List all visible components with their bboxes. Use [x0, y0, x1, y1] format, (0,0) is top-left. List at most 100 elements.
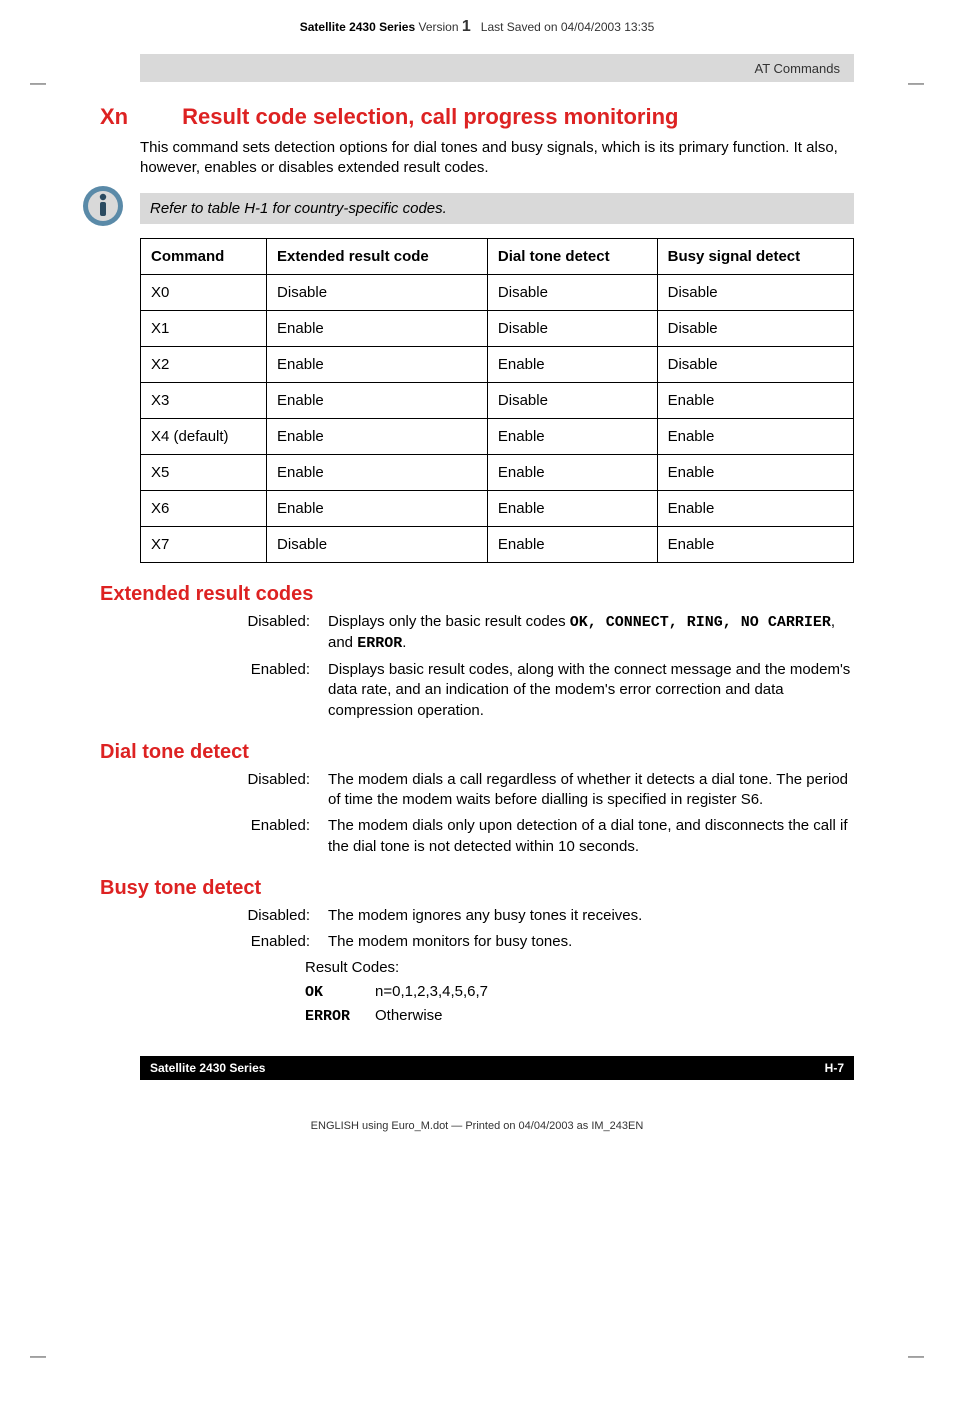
xn-th-2: Dial tone detect: [487, 238, 657, 274]
ext-disabled-pre: Displays only the basic result codes: [328, 613, 570, 630]
table-cell: Enable: [657, 418, 853, 454]
ext-disabled-last: ERROR: [357, 635, 402, 652]
busy-enabled-row: Enabled: The modem monitors for busy ton…: [140, 932, 854, 952]
table-cell: Enable: [657, 454, 853, 490]
crop-mark-br: —: [908, 1348, 924, 1366]
ext-disabled-end: .: [402, 634, 406, 651]
ext-disabled-label: Disabled:: [140, 612, 328, 655]
info-icon: [80, 183, 126, 234]
xn-table: Command Extended result code Dial tone d…: [140, 238, 854, 563]
table-cell: X3: [141, 382, 267, 418]
table-cell: Disable: [267, 526, 488, 562]
table-cell: Enable: [487, 490, 657, 526]
ext-enabled-label: Enabled:: [140, 660, 328, 721]
dial-heading: Dial tone detect: [100, 741, 854, 764]
table-cell: Enable: [267, 310, 488, 346]
table-row: X3EnableDisableEnable: [141, 382, 854, 418]
footer-print: ENGLISH using Euro_M.dot — Printed on 04…: [0, 1120, 954, 1132]
busy-disabled-value: The modem ignores any busy tones it rece…: [328, 906, 854, 926]
dial-enabled-value: The modem dials only upon detection of a…: [328, 816, 854, 857]
table-cell: Enable: [267, 454, 488, 490]
hdr-version-label: Version: [418, 20, 458, 34]
table-row: X1EnableDisableDisable: [141, 310, 854, 346]
table-cell: Enable: [487, 346, 657, 382]
ext-disabled-row: Disabled: Displays only the basic result…: [140, 612, 854, 655]
footer-series: Satellite 2430 Series: [150, 1061, 265, 1075]
table-cell: Disable: [267, 274, 488, 310]
table-cell: Enable: [657, 382, 853, 418]
result-codes-block: Result Codes: OKn=0,1,2,3,4,5,6,7 ERRORO…: [305, 956, 854, 1028]
xn-note: Refer to table H-1 for country-specific …: [140, 193, 854, 224]
xn-table-header-row: Command Extended result code Dial tone d…: [141, 238, 854, 274]
crop-mark-tr: —: [908, 75, 924, 93]
busy-enabled-value: The modem monitors for busy tones.: [328, 932, 854, 952]
table-cell: X6: [141, 490, 267, 526]
table-cell: Enable: [267, 346, 488, 382]
xn-th-1: Extended result code: [267, 238, 488, 274]
busy-enabled-label: Enabled:: [140, 932, 328, 952]
table-cell: Enable: [487, 454, 657, 490]
table-row: X6EnableEnableEnable: [141, 490, 854, 526]
rc-err-row: ERROROtherwise: [305, 1004, 854, 1028]
table-row: X0DisableDisableDisable: [141, 274, 854, 310]
rc-err-val: Otherwise: [375, 1007, 443, 1024]
section-bar-text: AT Commands: [755, 61, 841, 76]
table-cell: Enable: [657, 526, 853, 562]
xn-th-3: Busy signal detect: [657, 238, 853, 274]
busy-heading: Busy tone detect: [100, 877, 854, 900]
table-cell: X7: [141, 526, 267, 562]
ext-enabled-value: Displays basic result codes, along with …: [328, 660, 854, 721]
table-cell: Disable: [657, 346, 853, 382]
table-cell: Disable: [487, 310, 657, 346]
dial-disabled-value: The modem dials a call regardless of whe…: [328, 770, 854, 811]
rc-ok-row: OKn=0,1,2,3,4,5,6,7: [305, 980, 854, 1004]
xn-cmd: Xn: [100, 104, 176, 130]
table-row: X7DisableEnableEnable: [141, 526, 854, 562]
xn-paragraph: This command sets detection options for …: [140, 138, 854, 179]
table-cell: X0: [141, 274, 267, 310]
dial-enabled-label: Enabled:: [140, 816, 328, 857]
dial-disabled-label: Disabled:: [140, 770, 328, 811]
dial-enabled-row: Enabled: The modem dials only upon detec…: [140, 816, 854, 857]
xn-th-0: Command: [141, 238, 267, 274]
rc-ok-code: OK: [305, 981, 375, 1004]
table-cell: X5: [141, 454, 267, 490]
busy-disabled-label: Disabled:: [140, 906, 328, 926]
table-cell: Enable: [267, 490, 488, 526]
table-cell: Enable: [267, 418, 488, 454]
rc-err-code: ERROR: [305, 1005, 375, 1028]
table-cell: Enable: [267, 382, 488, 418]
crop-mark-bl: —: [30, 1348, 46, 1366]
table-cell: X1: [141, 310, 267, 346]
footer-page: H-7: [825, 1061, 844, 1075]
table-cell: Disable: [657, 274, 853, 310]
busy-disabled-row: Disabled: The modem ignores any busy ton…: [140, 906, 854, 926]
table-row: X4 (default)EnableEnableEnable: [141, 418, 854, 454]
table-cell: Enable: [487, 526, 657, 562]
page-header: Satellite 2430 Series Version 1 Last Sav…: [0, 0, 954, 36]
table-cell: Disable: [487, 274, 657, 310]
dial-disabled-row: Disabled: The modem dials a call regardl…: [140, 770, 854, 811]
table-cell: Enable: [487, 418, 657, 454]
rc-ok-val: n=0,1,2,3,4,5,6,7: [375, 983, 488, 1000]
table-cell: Disable: [657, 310, 853, 346]
xn-heading: Xn Result code selection, call progress …: [100, 104, 854, 130]
hdr-series: Satellite 2430 Series: [300, 20, 415, 34]
table-row: X5EnableEnableEnable: [141, 454, 854, 490]
result-codes-label: Result Codes:: [305, 956, 854, 979]
ext-disabled-codes: OK, CONNECT, RING, NO CARRIER: [570, 614, 831, 631]
table-cell: X4 (default): [141, 418, 267, 454]
hdr-saved: Last Saved on 04/04/2003 13:35: [481, 20, 654, 34]
table-cell: X2: [141, 346, 267, 382]
ext-disabled-value: Displays only the basic result codes OK,…: [328, 612, 854, 655]
table-cell: Enable: [657, 490, 853, 526]
ext-codes-heading: Extended result codes: [100, 583, 854, 606]
table-cell: Disable: [487, 382, 657, 418]
xn-title: Result code selection, call progress mon…: [182, 104, 678, 129]
hdr-version-num: 1: [462, 18, 471, 35]
crop-mark-tl: —: [30, 75, 46, 93]
table-row: X2EnableEnableDisable: [141, 346, 854, 382]
ext-enabled-row: Enabled: Displays basic result codes, al…: [140, 660, 854, 721]
footer-bar: Satellite 2430 Series H-7: [140, 1056, 854, 1080]
section-bar: AT Commands: [140, 54, 854, 82]
